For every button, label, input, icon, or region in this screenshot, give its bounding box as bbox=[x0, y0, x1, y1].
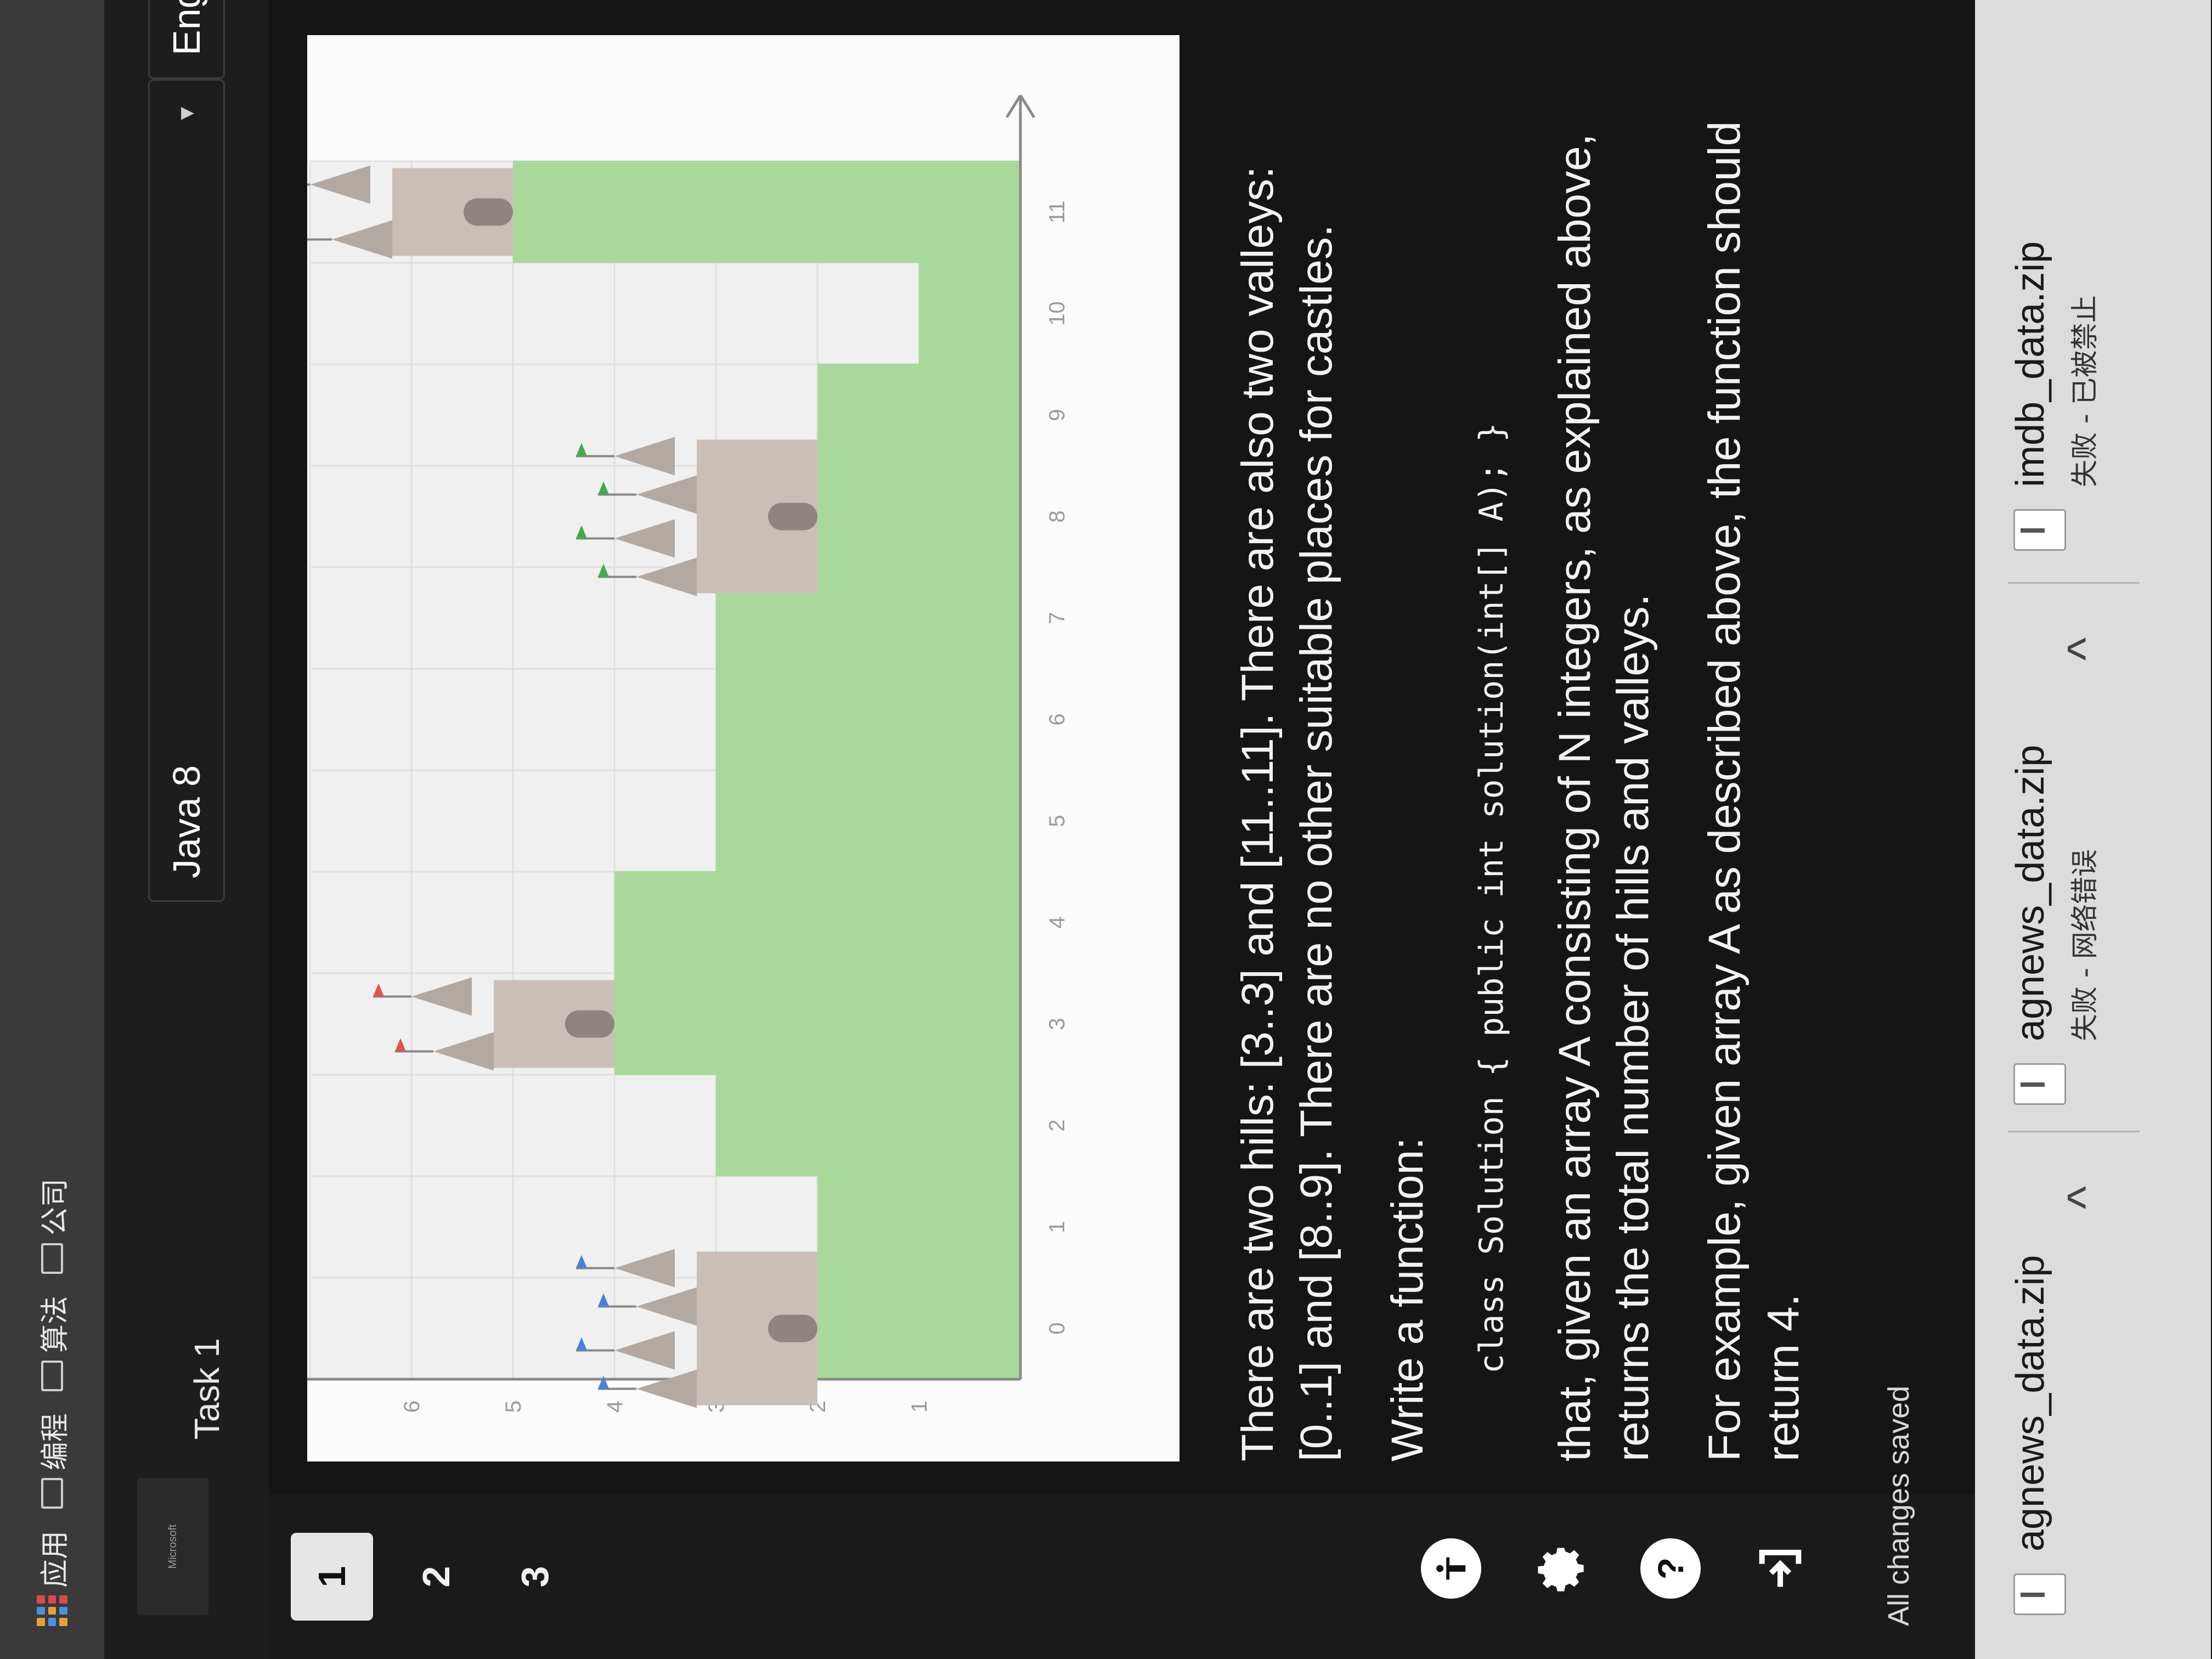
zip-file-icon bbox=[2013, 1063, 2066, 1105]
castle-gate bbox=[768, 1314, 817, 1342]
castle-chart: 01234567891011123456 bbox=[272, 94, 1069, 1413]
x-tick-label: 10 bbox=[1045, 301, 1069, 326]
x-tick-label: 6 bbox=[1045, 713, 1069, 725]
help-icon[interactable]: ? bbox=[1640, 1538, 1701, 1599]
ground-bar bbox=[817, 1277, 1020, 1379]
ground-bar bbox=[817, 465, 1020, 567]
x-tick-label: 8 bbox=[1045, 510, 1069, 522]
ground-bar bbox=[614, 973, 1020, 1075]
gear-icon[interactable] bbox=[1531, 1538, 1591, 1599]
download-filename: imdb_data.zip bbox=[2008, 241, 2052, 487]
bookmark-folder-algorithms[interactable]: 算法 bbox=[32, 1296, 73, 1391]
zip-file-icon bbox=[2013, 509, 2066, 551]
bookmark-label: 公司 bbox=[38, 1178, 72, 1235]
x-tick-label: 1 bbox=[1045, 1221, 1069, 1233]
bookmark-label: 应用 bbox=[38, 1530, 72, 1588]
apps-grid-icon bbox=[37, 1595, 67, 1626]
description-paragraph: that, given an array A consisting of N i… bbox=[1549, 133, 1658, 1462]
bookmark-label: 编程 bbox=[38, 1413, 72, 1470]
company-logo: Microsoft bbox=[137, 1478, 208, 1615]
x-tick-label: 9 bbox=[1045, 409, 1069, 421]
task-header: Microsoft Task 1 Java 8 ▼ English ▼ bbox=[104, 0, 269, 1659]
x-tick-label: 4 bbox=[1045, 916, 1069, 928]
ground-bar bbox=[919, 262, 1020, 364]
y-tick-label: 1 bbox=[907, 1401, 932, 1413]
task-number-1[interactable]: 1 bbox=[291, 1533, 373, 1621]
exit-icon[interactable] bbox=[1750, 1538, 1810, 1599]
x-tick-label: 11 bbox=[1045, 201, 1069, 224]
divider bbox=[2008, 1131, 2140, 1132]
task-description: There are two hills: [3..3] and [11..11]… bbox=[1229, 101, 1846, 1462]
castle-gate bbox=[464, 198, 513, 226]
download-filename: agnews_data.zip bbox=[2008, 744, 2052, 1041]
language-select[interactable]: Java 8 ▼ bbox=[148, 79, 225, 902]
bookmark-label: 算法 bbox=[38, 1295, 72, 1353]
task-number-3[interactable]: 3 bbox=[494, 1533, 576, 1621]
description-paragraph: There are two hills: [3..3] and [11..11]… bbox=[1233, 166, 1341, 1462]
divider bbox=[2008, 582, 2140, 584]
save-status: All changes saved bbox=[1882, 1385, 1915, 1626]
download-filename: agnews_data.zip bbox=[2008, 1255, 2052, 1551]
folder-icon bbox=[41, 1243, 63, 1274]
bookmark-folder-programming[interactable]: 编程 bbox=[32, 1413, 73, 1509]
function-signature-code: class Solution { public int solution(int… bbox=[1472, 422, 1511, 1374]
download-bar: agnews_data.zip ^ agnews_data.zip 失败 - 网… bbox=[1975, 0, 2211, 1659]
task-number-2[interactable]: 2 bbox=[395, 1533, 477, 1621]
folder-icon bbox=[41, 1477, 63, 1509]
bookmark-folder-company[interactable]: 公司 bbox=[32, 1178, 73, 1274]
download-item[interactable]: agnews_data.zip 失败 - 网络错误 bbox=[2008, 745, 2102, 1105]
photo-stage: 应用 编程 算法 公司 Microsoft Task 1 Java 8 ▼ 1 … bbox=[0, 0, 2212, 1659]
ground-bar bbox=[716, 770, 1020, 872]
ground-bar bbox=[716, 1074, 1020, 1176]
locale-select[interactable]: English ▼ bbox=[148, 0, 225, 79]
tab-task-1[interactable]: Task 1 bbox=[187, 1338, 227, 1440]
ground-bar bbox=[513, 161, 1020, 263]
download-item[interactable]: imdb_data.zip 失败 - 已被禁止 bbox=[2008, 241, 2102, 551]
locale-select-value: English bbox=[165, 0, 208, 55]
bookmark-apps[interactable]: 应用 bbox=[32, 1531, 73, 1626]
chevron-down-icon: ▼ bbox=[174, 103, 199, 125]
ground-bar bbox=[817, 364, 1020, 466]
download-item[interactable]: agnews_data.zip bbox=[2008, 1255, 2066, 1615]
download-status: 失败 - 网络错误 bbox=[2069, 849, 2101, 1041]
folder-icon bbox=[41, 1360, 63, 1391]
accessibility-icon[interactable] bbox=[1421, 1538, 1481, 1599]
y-tick-label: 4 bbox=[603, 1401, 627, 1413]
y-tick-label: 5 bbox=[501, 1401, 526, 1413]
download-status: 失败 - 已被禁止 bbox=[2069, 295, 2101, 487]
ground-bar bbox=[817, 1176, 1020, 1278]
task-content: 0 1 2 3 4 5 6 7 8 9 10 11 1 2 3 4 5 6 There are two hills… bbox=[272, 35, 1808, 1478]
language-select-value: Java 8 bbox=[165, 765, 208, 878]
castle-gate bbox=[565, 1010, 614, 1038]
chevron-up-icon[interactable]: ^ bbox=[2057, 637, 2114, 661]
x-tick-label: 7 bbox=[1045, 612, 1069, 624]
task-rail: 1 2 3 ? bbox=[269, 1494, 2134, 1659]
x-tick-label: 2 bbox=[1045, 1119, 1069, 1131]
chevron-up-icon[interactable]: ^ bbox=[2057, 1186, 2114, 1209]
zip-file-icon bbox=[2013, 1573, 2066, 1615]
y-tick-label: 6 bbox=[400, 1401, 424, 1413]
x-tick-label: 5 bbox=[1045, 815, 1069, 827]
x-tick-label: 0 bbox=[1045, 1322, 1069, 1334]
description-paragraph: Write a function: bbox=[1383, 1137, 1433, 1462]
ground-bar bbox=[716, 668, 1020, 770]
description-paragraph: For example, given array A as described … bbox=[1699, 121, 1808, 1462]
browser-window: 应用 编程 算法 公司 Microsoft Task 1 Java 8 ▼ 1 … bbox=[0, 0, 2212, 1659]
ground-bar bbox=[614, 871, 1020, 973]
castle-figure: 0 1 2 3 4 5 6 7 8 9 10 11 1 2 3 4 5 6 bbox=[272, 35, 1180, 1462]
castle-gate bbox=[768, 503, 817, 531]
x-tick-label: 3 bbox=[1045, 1018, 1069, 1030]
bookmarks-bar: 应用 编程 算法 公司 bbox=[0, 0, 104, 1659]
